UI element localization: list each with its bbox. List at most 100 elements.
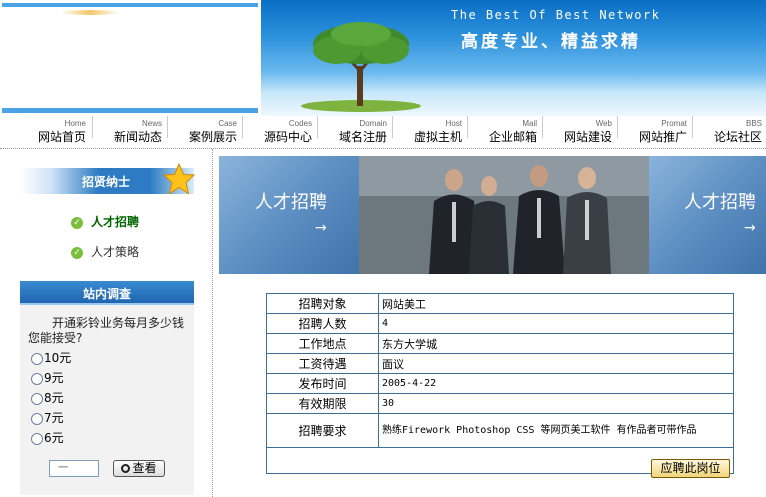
table-row: 招聘对象 网站美工	[266, 293, 734, 314]
nav-item-web[interactable]: Web 网站建设	[542, 116, 614, 146]
table-row: 发布时间 2005-4-22	[266, 373, 734, 394]
nav-cn-label: 虚拟主机	[413, 130, 462, 144]
nav-cn-label: 域名注册	[338, 130, 387, 144]
nav-item-news[interactable]: News 新闻动态	[92, 116, 164, 146]
row-label: 招聘要求	[266, 413, 379, 448]
recruit-banner: 人才招聘 → 人才招聘 →	[219, 156, 766, 274]
survey-option-label: 9元	[44, 371, 64, 385]
nav-en-label: News	[141, 119, 162, 128]
banner-english-slogan: The Best Of Best Network	[451, 8, 661, 22]
survey-option-label: 7元	[44, 411, 64, 425]
survey-option-label: 10元	[44, 351, 72, 365]
table-row: 工作地点 东方大学城	[266, 333, 734, 354]
main-nav: Home 网站首页 News 新闻动态 Case 案例展示 Codes 源码中心…	[0, 116, 766, 146]
nav-item-bbs[interactable]: BBS 论坛社区	[692, 116, 764, 146]
row-value: 4	[378, 313, 734, 334]
survey-option-6[interactable]: 6元	[31, 429, 64, 445]
table-row: 招聘要求 熟练Firework Photoshop CSS 等网页美工软件 有作…	[266, 413, 734, 448]
row-label: 招聘人数	[266, 313, 379, 334]
nav-item-codes[interactable]: Codes 源码中心	[242, 116, 314, 146]
nav-en-label: Home	[64, 119, 86, 128]
businesspeople-illustration	[359, 156, 649, 274]
table-row: 工资待遇 面议	[266, 353, 734, 374]
sidebar-dotted-divider	[212, 149, 213, 497]
nav-en-label: BBS	[745, 119, 762, 128]
logo-area	[0, 0, 261, 116]
sidebar-link-label: 人才招聘	[91, 215, 140, 229]
radio-button[interactable]	[31, 412, 43, 425]
survey-option-9[interactable]: 9元	[31, 369, 64, 385]
banner-chinese-slogan: 高度专业、精益求精	[461, 32, 641, 52]
survey-question: 开通彩铃业务每月多少钱您能接受?	[28, 316, 185, 345]
sidebar-link-label: 人才策略	[91, 245, 140, 259]
job-detail-table: 招聘对象 网站美工 招聘人数 4 工作地点 东方大学城 工资待遇 面议 发布时间…	[266, 293, 734, 474]
radio-button[interactable]	[31, 352, 43, 365]
sidebar-link-talent-strategy[interactable]: ✓ 人才策略	[71, 243, 139, 259]
nav-en-label: Mail	[522, 119, 537, 128]
logo-top-bar	[2, 3, 258, 7]
nav-cn-label: 案例展示	[188, 130, 237, 144]
header-banner: The Best Of Best Network 高度专业、精益求精	[261, 0, 766, 116]
arrow-right-icon: →	[744, 220, 756, 236]
recruit-banner-left-panel: 人才招聘 →	[219, 156, 359, 274]
nav-cn-label: 企业邮箱	[488, 130, 537, 144]
survey-panel-title-text: 站内调查	[82, 287, 131, 301]
nav-cn-label: 网站推广	[638, 130, 687, 144]
table-row: 有效期限 30	[266, 393, 734, 414]
nav-en-label: Codes	[288, 119, 312, 128]
recruit-banner-left-text: 人才招聘	[255, 192, 327, 213]
row-label: 发布时间	[266, 373, 379, 394]
survey-option-label: 8元	[44, 391, 64, 405]
tree-image	[301, 22, 421, 112]
apply-button[interactable]: 应聘此岗位	[651, 459, 730, 478]
nav-cn-label: 网站建设	[563, 130, 612, 144]
survey-text-field[interactable]: 一	[49, 460, 99, 477]
radio-button[interactable]	[31, 432, 43, 445]
logo-swoosh	[60, 10, 120, 15]
row-value: 熟练Firework Photoshop CSS 等网页美工软件 有作品者可带作…	[378, 413, 734, 448]
survey-option-7[interactable]: 7元	[31, 409, 64, 425]
nav-item-case[interactable]: Case 案例展示	[167, 116, 239, 146]
nav-en-label: Promat	[661, 119, 687, 128]
nav-cn-label: 源码中心	[263, 130, 312, 144]
nav-item-host[interactable]: Host 虚拟主机	[392, 116, 464, 146]
table-row: 招聘人数 4	[266, 313, 734, 334]
radio-button[interactable]	[31, 372, 43, 385]
row-value: 2005-4-22	[378, 373, 734, 394]
nav-item-mail[interactable]: Mail 企业邮箱	[467, 116, 539, 146]
nav-en-label: Case	[218, 119, 237, 128]
check-icon: ✓	[71, 216, 83, 229]
nav-cn-label: 论坛社区	[713, 130, 762, 144]
row-value: 30	[378, 393, 734, 414]
survey-view-button[interactable]: 查看	[113, 460, 165, 477]
check-icon: ✓	[71, 246, 83, 259]
nav-dotted-divider	[0, 148, 766, 149]
magnifier-icon	[121, 464, 131, 473]
recruit-panel-title-text: 招贤纳士	[82, 175, 131, 189]
sidebar-link-talent-recruit[interactable]: ✓ 人才招聘	[71, 213, 139, 229]
recruit-banner-right-text: 人才招聘	[684, 192, 756, 213]
radio-button[interactable]	[31, 392, 43, 405]
businesspeople-photo	[359, 156, 649, 274]
row-label: 工资待遇	[266, 353, 379, 374]
survey-option-8[interactable]: 8元	[31, 389, 64, 405]
nav-en-label: Domain	[359, 119, 387, 128]
nav-cn-label: 新闻动态	[113, 130, 162, 144]
row-value: 网站美工	[378, 293, 734, 314]
row-label: 有效期限	[266, 393, 379, 414]
arrow-right-icon: →	[315, 220, 327, 236]
row-label: 招聘对象	[266, 293, 379, 314]
nav-en-label: Web	[595, 119, 612, 128]
nav-en-label: Host	[445, 119, 462, 128]
row-value: 面议	[378, 353, 734, 374]
survey-view-button-label: 查看	[132, 461, 157, 475]
row-label: 工作地点	[266, 333, 379, 354]
logo-bottom-bar	[2, 108, 258, 113]
nav-item-domain[interactable]: Domain 域名注册	[317, 116, 389, 146]
nav-item-home[interactable]: Home 网站首页	[16, 116, 88, 146]
survey-option-label: 6元	[44, 431, 64, 445]
survey-option-10[interactable]: 10元	[31, 349, 71, 365]
row-value: 东方大学城	[378, 333, 734, 354]
nav-cn-label: 网站首页	[37, 130, 86, 144]
nav-item-promat[interactable]: Promat 网站推广	[617, 116, 689, 146]
